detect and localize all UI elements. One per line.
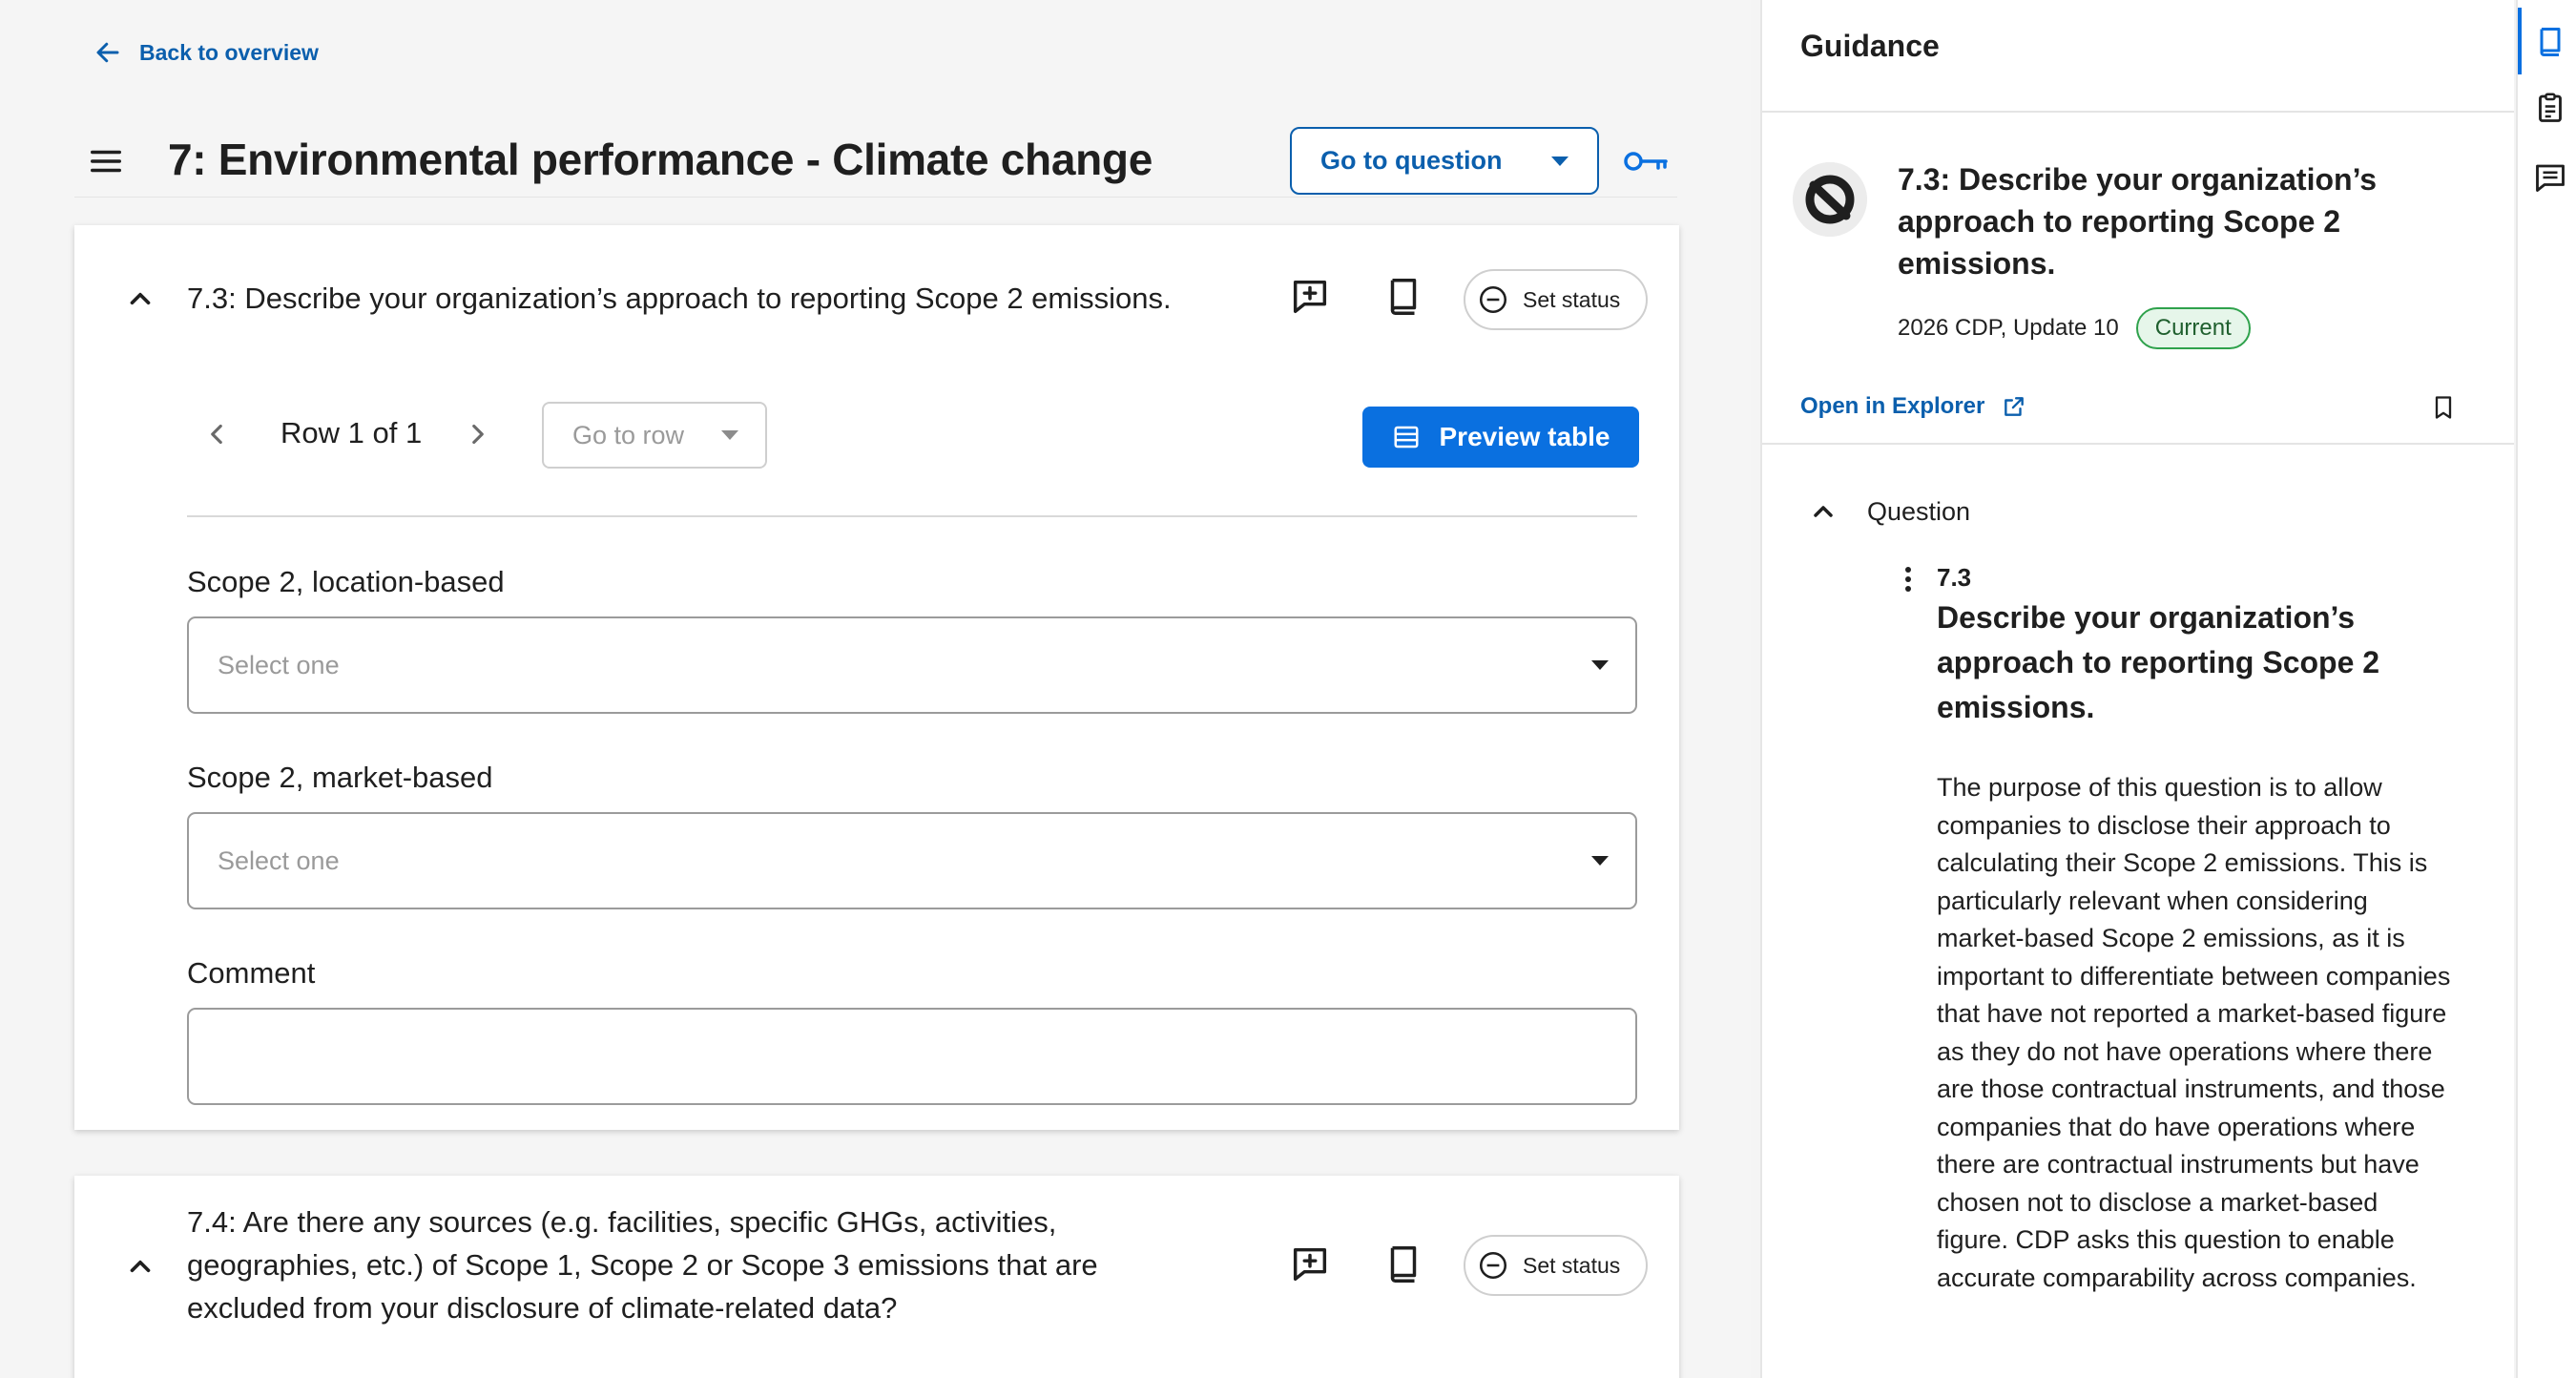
right-icon-rail (2516, 0, 2576, 1378)
caret-down-icon (1591, 660, 1609, 670)
message-icon[interactable] (2533, 160, 2567, 195)
scope2-location-select[interactable]: Select one (187, 616, 1637, 714)
guidance-panel: Guidance 7.3: Describe your organization… (1760, 0, 2514, 1378)
comment-field[interactable] (187, 1008, 1637, 1105)
scope2-location-placeholder: Select one (218, 650, 340, 679)
hamburger-icon[interactable] (88, 143, 124, 179)
question-title-line: geographies, etc.) of Scope 1, Scope 2 o… (187, 1248, 1098, 1282)
set-status-label: Set status (1523, 286, 1621, 312)
guidance-body-text: The purpose of this question is to allow… (1937, 773, 2451, 1292)
guidance-meta: 2026 CDP, Update 10 Current (1898, 307, 2251, 349)
comment-add-icon[interactable] (1288, 1242, 1332, 1286)
caret-down-icon (1591, 856, 1609, 866)
go-to-question-label: Go to question (1320, 146, 1503, 175)
question-title-line: 7.4: Are there any sources (e.g. facilit… (187, 1205, 1057, 1239)
kebab-icon[interactable] (1896, 563, 1921, 595)
main-content: Back to overview 7: Environmental perfor… (0, 0, 1751, 1378)
scope2-market-placeholder: Select one (218, 846, 340, 875)
chevron-left-icon[interactable] (200, 418, 233, 450)
set-status-button[interactable]: Set status (1464, 1235, 1648, 1296)
row-divider (187, 515, 1637, 517)
caret-down-icon (721, 430, 738, 440)
bookmark-icon[interactable] (2430, 393, 2457, 422)
comment-add-icon[interactable] (1288, 275, 1332, 319)
external-link-icon (2005, 397, 2025, 416)
field-label-scope2-location: Scope 2, location-based (187, 565, 505, 598)
back-to-overview-link[interactable]: Back to overview (93, 38, 319, 67)
guidance-heading: 7.3: Describe your organization’s approa… (1898, 162, 2378, 281)
open-in-explorer-link[interactable]: Open in Explorer (1800, 393, 2026, 420)
chevron-right-icon[interactable] (462, 418, 494, 450)
table-icon (1394, 426, 1418, 449)
field-label-comment: Comment (187, 956, 316, 990)
question-card-7-3: 7.3: Describe your organization’s approa… (74, 225, 1679, 1130)
book-icon[interactable] (1381, 1242, 1425, 1286)
status-badge: Current (2135, 307, 2251, 349)
minus-circle-icon (1479, 1251, 1507, 1280)
question-section-label: Question (1867, 496, 1971, 526)
cdp-logo-icon (1793, 162, 1867, 237)
chevron-up-icon[interactable] (124, 1250, 156, 1283)
open-in-explorer-label: Open in Explorer (1800, 393, 1985, 419)
title-divider (74, 197, 1677, 198)
minus-circle-icon (1479, 285, 1507, 314)
question-section-toggle[interactable]: Question (1808, 496, 1970, 527)
set-status-label: Set status (1523, 1252, 1621, 1278)
clipboard-icon[interactable] (2533, 91, 2567, 125)
scope2-market-select[interactable]: Select one (187, 812, 1637, 909)
row-indicator: Row 1 of 1 (280, 416, 423, 449)
field-label-scope2-market: Scope 2, market-based (187, 761, 493, 794)
back-link-label: Back to overview (139, 39, 319, 65)
question-title-7-3: 7.3: Describe your organization’s approa… (187, 282, 1172, 315)
key-icon[interactable] (1622, 145, 1670, 177)
set-status-button[interactable]: Set status (1464, 269, 1648, 330)
chevron-up-icon[interactable] (124, 282, 156, 315)
go-to-row-dropdown[interactable]: Go to row (542, 402, 767, 469)
guidance-version: 2026 CDP, Update 10 (1898, 315, 2119, 341)
arrow-left-icon (96, 42, 119, 63)
guidance-divider (1762, 111, 2514, 113)
question-title-line: excluded from your disclosure of climate… (187, 1291, 898, 1325)
guidance-title: Guidance (1800, 29, 1940, 63)
go-to-question-dropdown[interactable]: Go to question (1290, 127, 1599, 195)
guidance-question-title: Describe your organization’s approach to… (1937, 600, 2380, 724)
chevron-up-icon (1814, 506, 1833, 517)
preview-table-label: Preview table (1439, 422, 1610, 451)
question-card-7-4: 7.4: Are there any sources (e.g. facilit… (74, 1176, 1679, 1378)
question-title-7-4: 7.4: Are there any sources (e.g. facilit… (187, 1201, 1236, 1329)
guidance-question-number: 7.3 (1937, 563, 1972, 592)
page-title: 7: Environmental performance - Climate c… (168, 135, 1153, 184)
preview-table-button[interactable]: Preview table (1362, 407, 1639, 468)
caret-down-icon (1551, 156, 1568, 166)
book-icon[interactable] (2533, 25, 2567, 59)
guidance-divider (1762, 443, 2514, 445)
book-icon[interactable] (1381, 275, 1425, 319)
rail-active-indicator (2518, 8, 2522, 74)
go-to-row-placeholder: Go to row (572, 420, 685, 449)
